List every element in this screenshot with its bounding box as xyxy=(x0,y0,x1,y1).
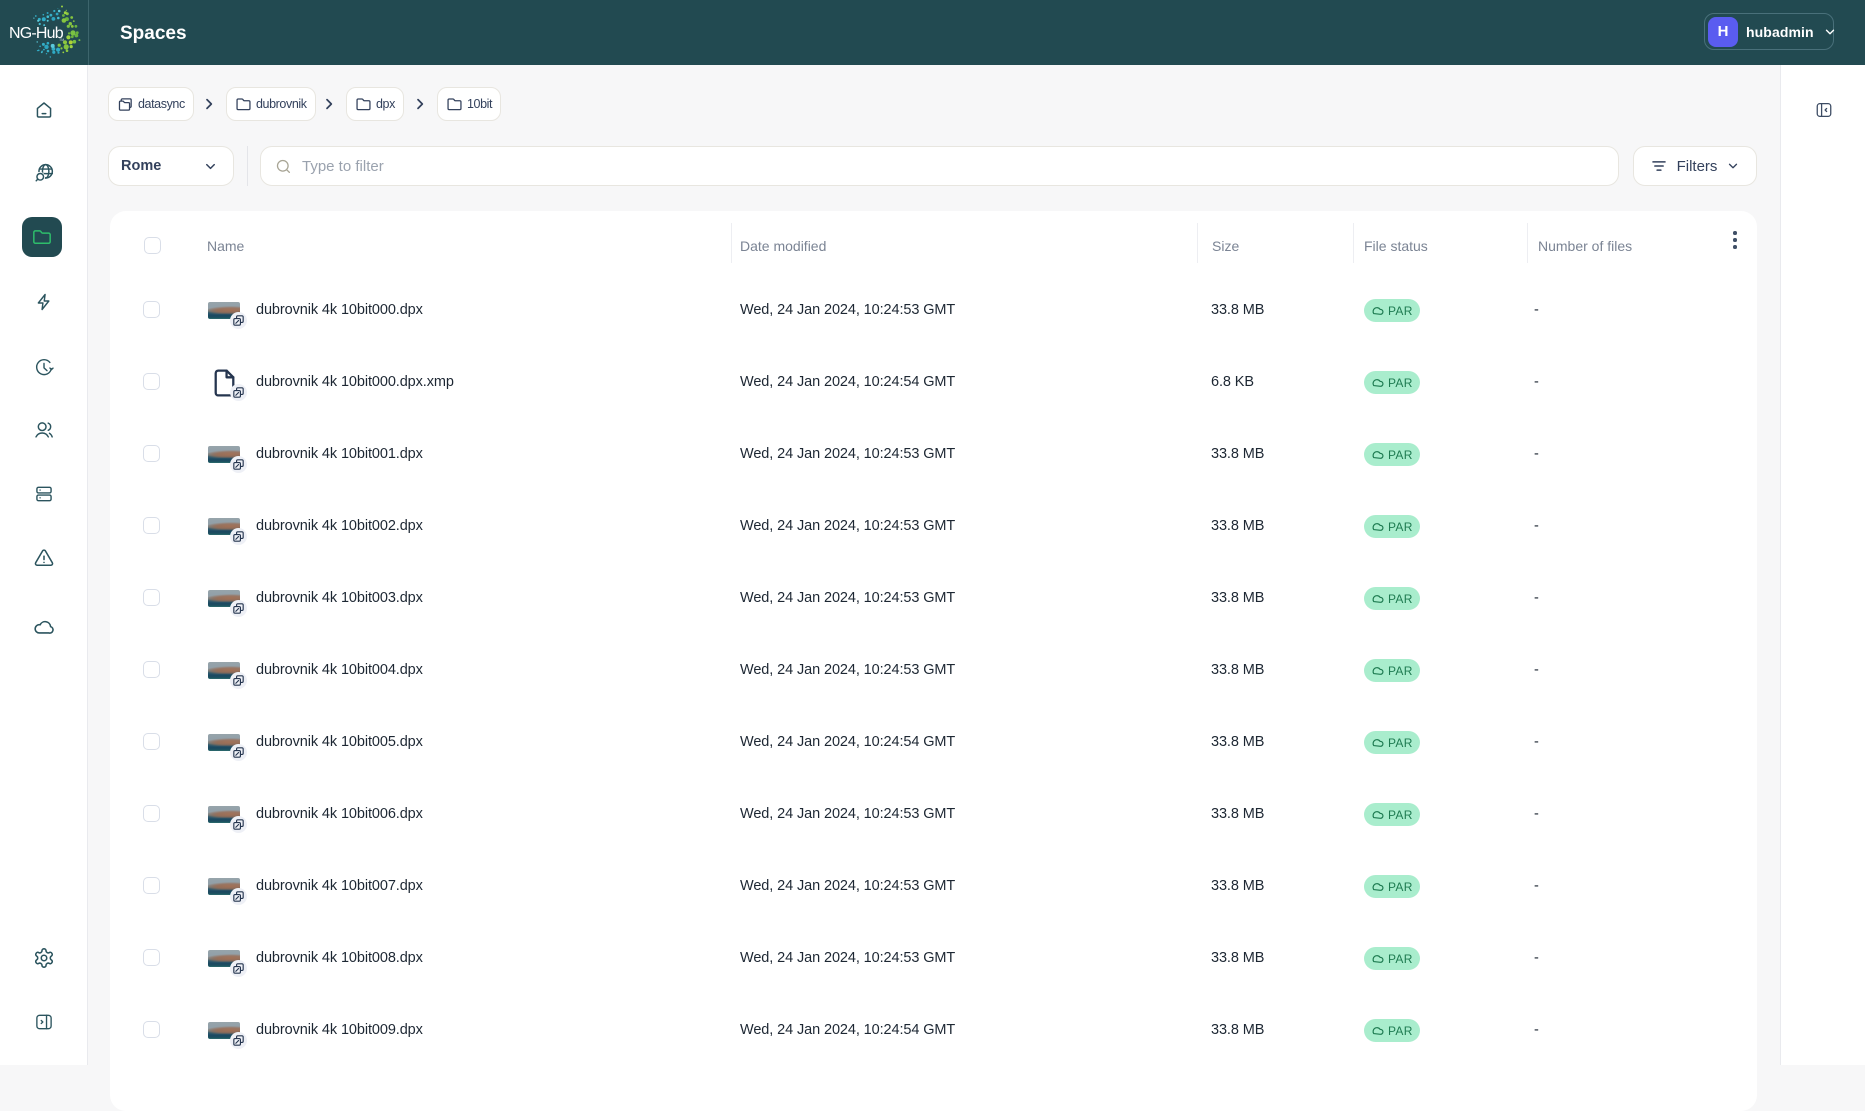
svg-text:NG-Hub: NG-Hub xyxy=(9,25,64,42)
svg-text:TM: TM xyxy=(59,38,64,42)
